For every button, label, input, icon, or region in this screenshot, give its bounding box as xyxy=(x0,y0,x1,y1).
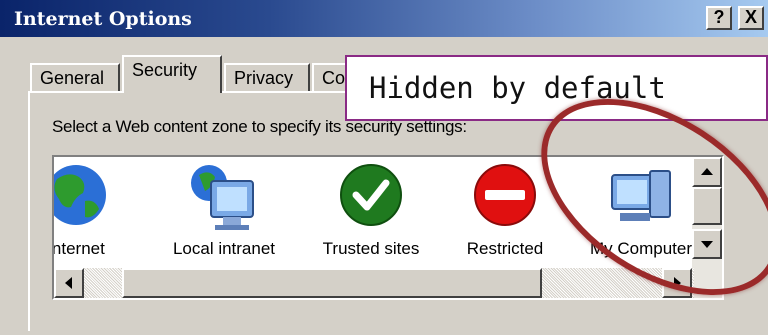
tab-general[interactable]: General xyxy=(30,63,120,91)
no-entry-icon xyxy=(468,161,542,235)
help-button[interactable]: ? xyxy=(706,6,732,30)
globe-icon xyxy=(54,161,113,235)
annotation-callout: Hidden by default xyxy=(345,55,768,121)
zone-trusted-sites[interactable]: Trusted sites xyxy=(306,161,436,271)
checkmark-icon xyxy=(334,161,408,235)
zone-trusted-label: Trusted sites xyxy=(322,239,420,258)
close-button[interactable]: X xyxy=(738,6,764,30)
window-title: Internet Options xyxy=(14,8,192,30)
scroll-left-button[interactable] xyxy=(54,268,84,298)
zone-local-intranet[interactable]: Local intranet xyxy=(154,161,294,271)
zone-internet[interactable]: Internet xyxy=(52,161,136,271)
horizontal-scrollbar[interactable] xyxy=(54,268,694,298)
tab-security[interactable]: Security xyxy=(122,55,222,93)
intranet-icon xyxy=(187,161,261,235)
horizontal-scroll-thumb[interactable] xyxy=(122,268,542,298)
title-bar: Internet Options ? X xyxy=(0,0,768,37)
tab-privacy[interactable]: Privacy xyxy=(224,63,310,91)
zone-intranet-label: Local intranet xyxy=(172,239,276,258)
zone-restricted-label: Restricted xyxy=(466,239,544,258)
zone-internet-label: Internet xyxy=(52,239,105,258)
